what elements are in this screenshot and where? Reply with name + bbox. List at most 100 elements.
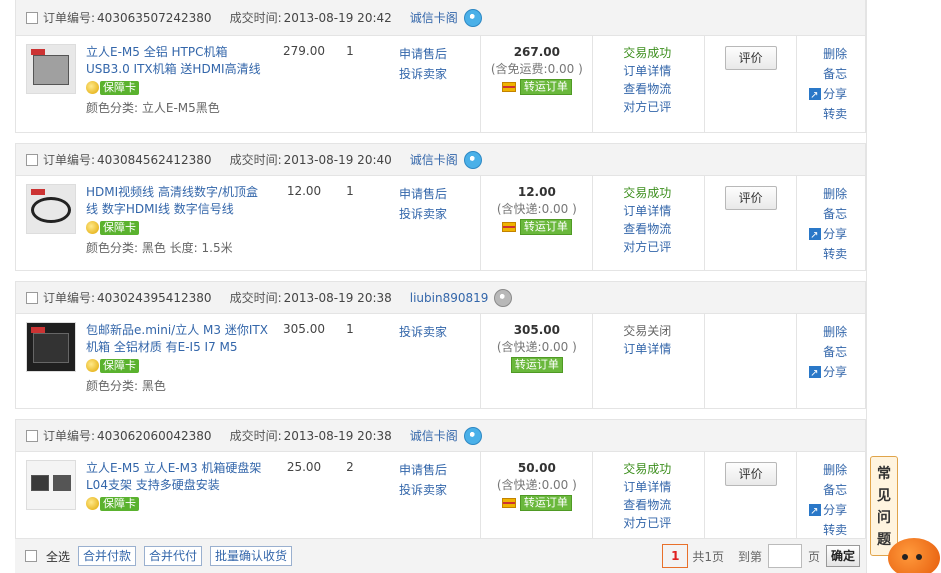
complain-seller-link[interactable]: 投诉卖家 [366, 322, 481, 342]
seller-link[interactable]: 诚信卡阁 [410, 9, 458, 26]
share-link[interactable]: 分享 [809, 224, 865, 246]
faq-tab[interactable]: 常见问题 [870, 456, 898, 556]
op-link[interactable]: 转卖 [823, 520, 865, 540]
wangwang-chat-icon[interactable] [463, 8, 482, 27]
status-link[interactable]: 订单详情 [623, 478, 704, 496]
share-icon [809, 364, 822, 384]
evaluate-button[interactable]: 评价 [724, 46, 777, 70]
complain-seller-link[interactable]: 投诉卖家 [366, 480, 481, 500]
guarantee-badge[interactable]: 保障卡 [86, 220, 139, 235]
merge-pay-button[interactable]: 合并付款 [78, 546, 137, 566]
op-link[interactable]: 删除 [823, 44, 865, 64]
page-number-input[interactable] [767, 544, 802, 568]
complain-seller-link[interactable]: 投诉卖家 [366, 204, 481, 224]
order-checkbox[interactable] [26, 153, 38, 166]
after-sales-link[interactable]: 申请售后 [366, 44, 481, 64]
share-icon [809, 502, 822, 522]
shipping-note: (含免运费:0.00 ) [490, 62, 583, 76]
service-cell: 申请售后 投诉卖家 [366, 36, 482, 132]
status-link[interactable]: 订单详情 [623, 340, 704, 358]
deal-time-label: 成交时间: [229, 429, 282, 443]
op-link[interactable]: 备忘 [823, 480, 865, 500]
after-sales-link[interactable]: 申请售后 [366, 460, 481, 480]
evaluate-cell: 评价 [705, 452, 798, 546]
op-link[interactable]: 备忘 [823, 204, 865, 224]
status-link[interactable]: 对方已评 [623, 98, 704, 116]
product-thumbnail[interactable] [26, 44, 76, 94]
op-link[interactable]: 删除 [823, 460, 865, 480]
select-all-checkbox[interactable] [25, 550, 37, 562]
operations-cell: 删除备忘分享转卖 [797, 452, 865, 546]
status-link[interactable]: 对方已评 [623, 238, 704, 256]
status-link[interactable]: 订单详情 [623, 202, 704, 220]
order-number: 403063507242380 [97, 10, 212, 25]
guarantee-badge[interactable]: 保障卡 [86, 80, 139, 95]
order-checkbox[interactable] [26, 11, 38, 24]
product-title-link[interactable]: 立人E-M5 全铝 HTPC机箱 USB3.0 ITX机箱 送HDMI高清线 [86, 45, 261, 76]
deal-time: 2013-08-19 20:40 [283, 152, 392, 167]
current-page[interactable]: 1 [662, 544, 689, 568]
seller-link[interactable]: 诚信卡阁 [410, 151, 458, 168]
convert-order-button[interactable]: 转运订单 [519, 79, 572, 95]
product-title-link[interactable]: HDMI视频线 高清线数字/机顶盒线 数字HDMI线 数字信号线 [86, 185, 258, 216]
op-link[interactable]: 删除 [823, 322, 865, 342]
share-link[interactable]: 分享 [809, 500, 865, 522]
merge-proxy-pay-button[interactable]: 合并代付 [144, 546, 203, 566]
convert-order[interactable]: 转运订单 [510, 357, 563, 373]
status-link[interactable]: 查看物流 [623, 496, 704, 514]
operations-cell: 删除备忘分享 [797, 314, 865, 408]
order-checkbox[interactable] [26, 291, 38, 304]
evaluate-button[interactable]: 评价 [724, 186, 777, 210]
product-attributes: 颜色分类: 黑色 长度: 1.5米 [86, 241, 233, 255]
op-link[interactable]: 删除 [823, 184, 865, 204]
seller-link[interactable]: 诚信卡阁 [410, 427, 458, 444]
trade-status: 交易关闭 [623, 324, 672, 338]
convert-order[interactable]: 转运订单 [501, 219, 572, 235]
convert-order-button[interactable]: 转运订单 [519, 219, 572, 235]
batch-confirm-receipt-button[interactable]: 批量确认收货 [210, 546, 293, 566]
evaluate-cell: 评价 [705, 176, 798, 270]
wangwang-chat-icon[interactable] [494, 288, 513, 307]
product-title-link[interactable]: 立人E-M5 立人E-M3 机箱硬盘架 L04支架 支持多硬盘安装 [86, 461, 261, 492]
product-cell: HDMI视频线 高清线数字/机顶盒线 数字HDMI线 数字信号线 保障卡 颜色分… [16, 176, 366, 270]
guarantee-badge[interactable]: 保障卡 [86, 358, 139, 373]
share-link[interactable]: 分享 [809, 84, 865, 106]
status-link[interactable]: 查看物流 [623, 80, 704, 98]
order-checkbox[interactable] [26, 429, 38, 442]
guarantee-badge[interactable]: 保障卡 [86, 496, 139, 511]
order-body: 立人E-M5 全铝 HTPC机箱 USB3.0 ITX机箱 送HDMI高清线 保… [16, 36, 865, 132]
op-link[interactable]: 备忘 [823, 342, 865, 362]
op-link[interactable]: 转卖 [823, 104, 865, 124]
product-thumbnail[interactable] [26, 460, 76, 510]
service-cell: 投诉卖家 [366, 314, 482, 408]
evaluate-button[interactable]: 评价 [724, 462, 777, 486]
convert-order-button[interactable]: 转运订单 [519, 495, 572, 511]
goto-page-button[interactable]: 确定 [825, 545, 860, 567]
card-icon [501, 222, 516, 232]
product-thumbnail[interactable] [26, 184, 76, 234]
convert-order-button[interactable]: 转运订单 [510, 357, 563, 373]
wangwang-chat-icon[interactable] [463, 150, 482, 169]
status-link[interactable]: 查看物流 [623, 220, 704, 238]
total-cell: 12.00 (含快递:0.00 ) 转运订单 [481, 176, 594, 270]
guarantee-label: 保障卡 [100, 80, 139, 95]
quantity: 1 [346, 44, 354, 58]
status-link[interactable]: 对方已评 [623, 514, 704, 532]
status-link[interactable]: 订单详情 [623, 62, 704, 80]
convert-order[interactable]: 转运订单 [501, 495, 572, 511]
deal-time: 2013-08-19 20:38 [283, 290, 392, 305]
service-cell: 申请售后 投诉卖家 [366, 452, 482, 546]
guarantee-icon [86, 221, 99, 234]
guarantee-label: 保障卡 [100, 220, 139, 235]
convert-order[interactable]: 转运订单 [501, 79, 572, 95]
share-link[interactable]: 分享 [809, 362, 865, 384]
seller-link[interactable]: liubin890819 [410, 291, 489, 305]
product-title-link[interactable]: 包邮新品e.mini/立人 M3 迷你ITX机箱 全铝材质 有E-I5 I7 M… [86, 323, 268, 354]
op-link[interactable]: 转卖 [823, 244, 865, 264]
complain-seller-link[interactable]: 投诉卖家 [366, 64, 481, 84]
wangwang-chat-icon[interactable] [463, 426, 482, 445]
op-link[interactable]: 备忘 [823, 64, 865, 84]
after-sales-link[interactable]: 申请售后 [366, 184, 481, 204]
shipping-note: (含快递:0.00 ) [496, 202, 577, 216]
product-thumbnail[interactable] [26, 322, 76, 372]
